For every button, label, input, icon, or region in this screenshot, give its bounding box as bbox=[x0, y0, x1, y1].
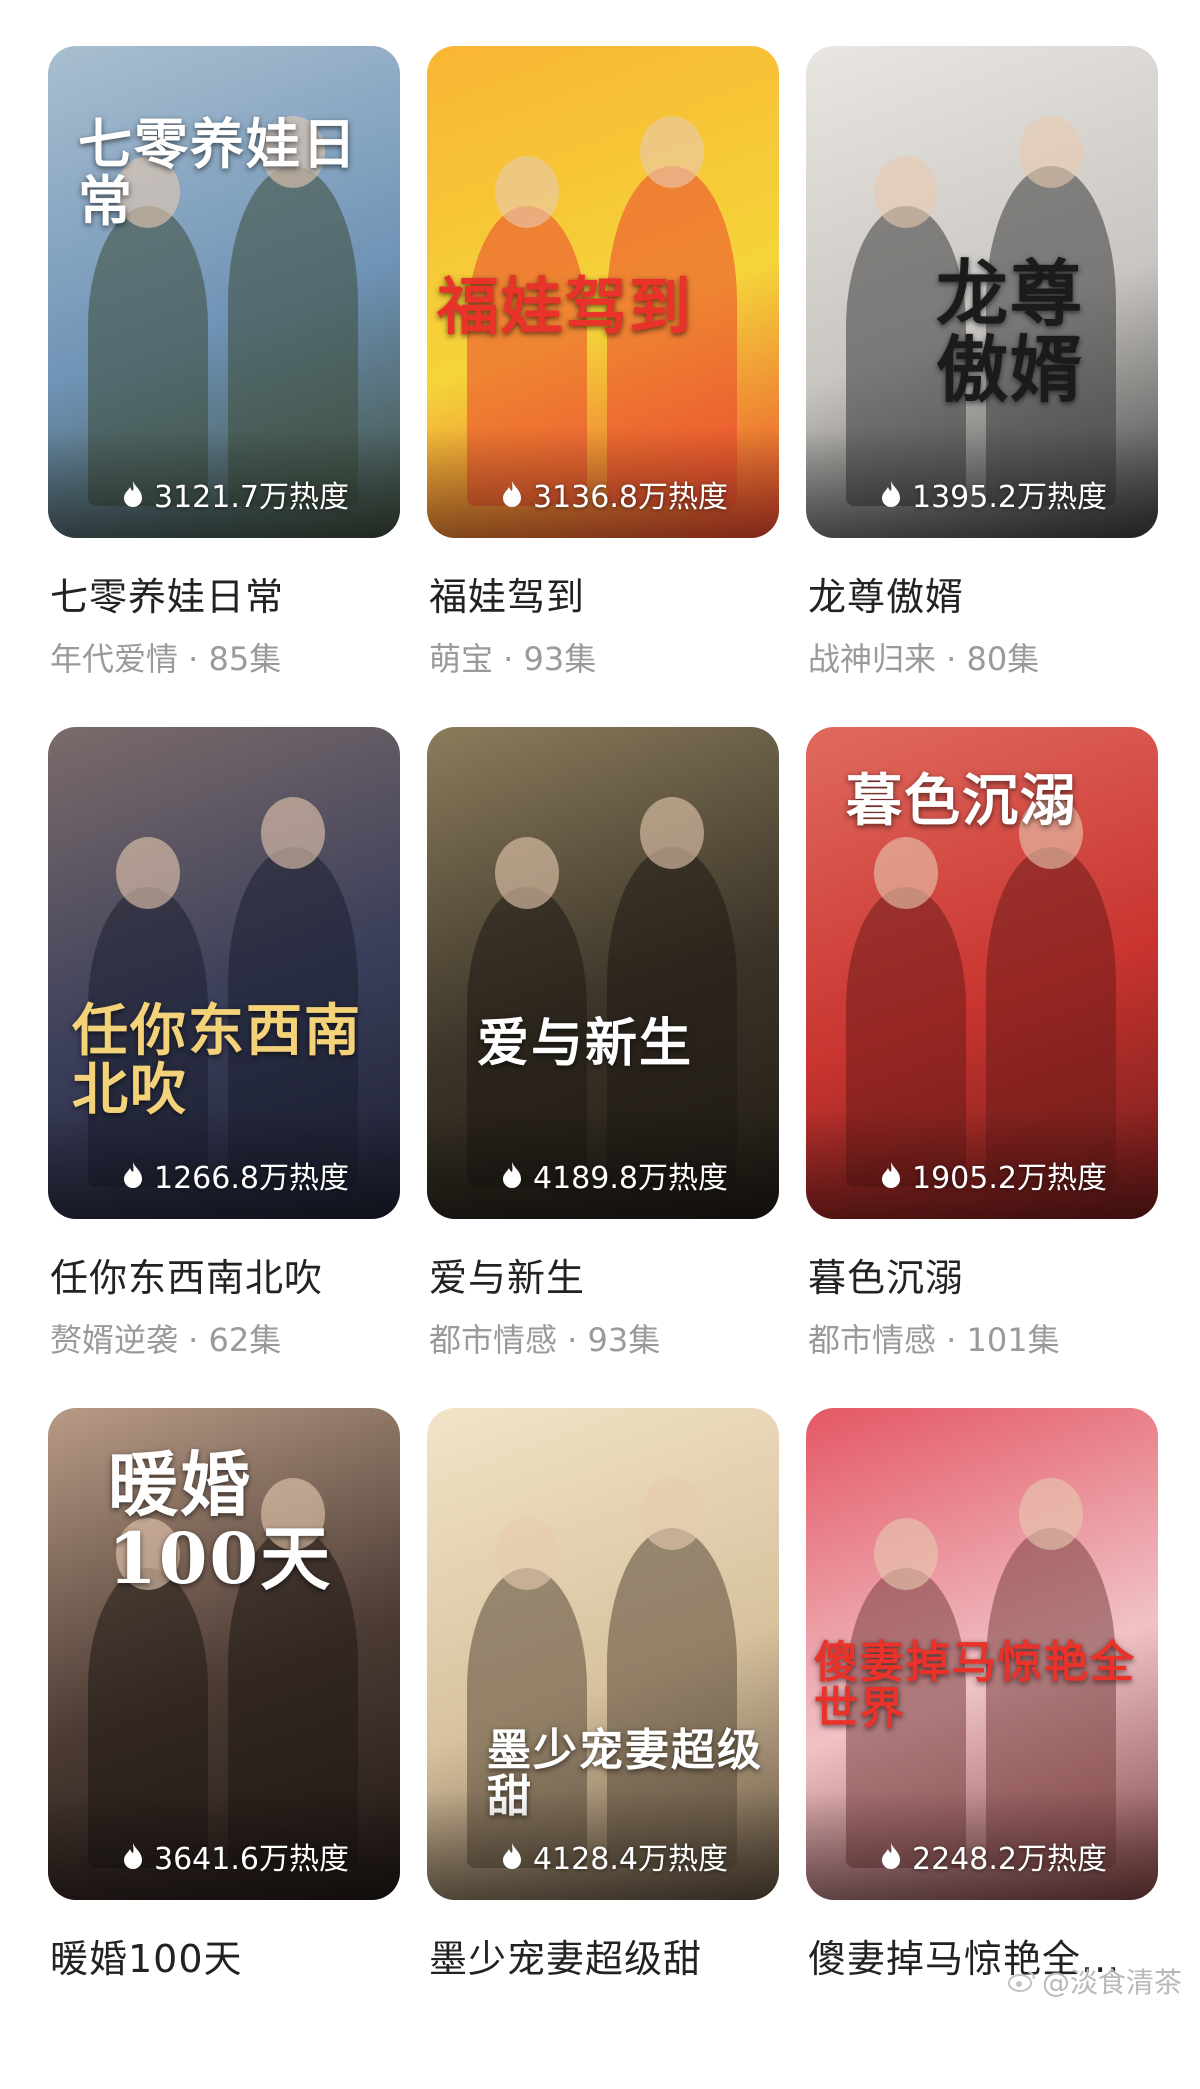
weibo-icon bbox=[1007, 1971, 1035, 1992]
heat-value: 3641.6万热度 bbox=[154, 1842, 349, 1877]
poster-figure-head bbox=[874, 156, 938, 228]
poster-figure-head bbox=[874, 837, 938, 909]
heat-value: 4189.8万热度 bbox=[533, 1161, 728, 1196]
drama-poster[interactable]: 傻妻掉马惊艳全世界 2248.2万热度 bbox=[806, 1408, 1158, 1900]
drama-card[interactable]: 爱与新生 4189.8万热度 爱与新生 都市情感 · 93集 bbox=[427, 727, 779, 1408]
drama-poster[interactable]: 暖婚100天 3641.6万热度 bbox=[48, 1408, 400, 1900]
heat-value: 3136.8万热度 bbox=[533, 480, 728, 515]
flame-icon bbox=[882, 481, 900, 507]
drama-title[interactable]: 爱与新生 bbox=[429, 1247, 779, 1302]
drama-card[interactable]: 龙尊傲婿 1395.2万热度 龙尊傲婿 战神归来 · 80集 bbox=[806, 46, 1158, 727]
watermark-text: @淡食清茶 bbox=[1041, 1966, 1182, 1999]
heat-badge: 3136.8万热度 bbox=[501, 472, 769, 516]
drama-meta: 年代爱情 · 85集 bbox=[50, 640, 282, 678]
heat-badge: 1905.2万热度 bbox=[880, 1153, 1148, 1197]
drama-poster[interactable]: 龙尊傲婿 1395.2万热度 bbox=[806, 46, 1158, 538]
flame-icon bbox=[124, 1843, 142, 1869]
flame-icon bbox=[124, 481, 142, 507]
poster-title-art: 七零养娃日常 bbox=[78, 112, 358, 233]
drama-meta: 战神归来 · 80集 bbox=[808, 640, 1040, 678]
heat-value: 4128.4万热度 bbox=[533, 1842, 728, 1877]
heat-badge: 4189.8万热度 bbox=[501, 1153, 769, 1197]
drama-card[interactable]: 墨少宠妻超级甜4128.4万热度墨少宠妻超级甜 bbox=[427, 1408, 779, 2089]
flame-icon bbox=[882, 1162, 900, 1188]
heat-badge: 1395.2万热度 bbox=[880, 472, 1148, 516]
poster-figure-head bbox=[640, 797, 704, 869]
poster-title-art: 任你东西南北吹 bbox=[72, 998, 362, 1123]
drama-meta: 都市情感 · 93集 bbox=[429, 1321, 661, 1359]
heat-value: 1395.2万热度 bbox=[912, 480, 1107, 515]
heat-badge: 1266.8万热度 bbox=[122, 1153, 390, 1197]
poster-title-art: 福娃驾到 bbox=[437, 270, 694, 343]
drama-poster[interactable]: 墨少宠妻超级甜4128.4万热度 bbox=[427, 1408, 779, 1900]
poster-figure-head bbox=[1019, 116, 1083, 188]
heat-badge: 3121.7万热度 bbox=[122, 472, 390, 516]
flame-icon bbox=[124, 1162, 142, 1188]
drama-meta: 都市情感 · 101集 bbox=[808, 1321, 1060, 1359]
drama-poster[interactable]: 暮色沉溺 1905.2万热度 bbox=[806, 727, 1158, 1219]
poster-title-art: 暖婚100天 bbox=[108, 1443, 333, 1600]
watermark: @淡食清茶 bbox=[1007, 1961, 1182, 2001]
poster-figure-head bbox=[495, 837, 559, 909]
poster-figure-head bbox=[1019, 1478, 1083, 1550]
drama-meta: 赘婿逆袭 · 62集 bbox=[50, 1321, 282, 1359]
poster-figure-head bbox=[261, 797, 325, 869]
heat-value: 1266.8万热度 bbox=[154, 1161, 349, 1196]
poster-figure-head bbox=[640, 116, 704, 188]
drama-title[interactable]: 龙尊傲婿 bbox=[808, 566, 1158, 621]
drama-poster[interactable]: 福娃驾到 3136.8万热度 bbox=[427, 46, 779, 538]
flame-icon bbox=[882, 1843, 900, 1869]
drama-card[interactable]: 七零养娃日常 3121.7万热度 七零养娃日常 年代爱情 · 85集 bbox=[48, 46, 400, 727]
heat-badge: 2248.2万热度 bbox=[880, 1834, 1148, 1878]
poster-title-art: 暮色沉溺 bbox=[846, 768, 1078, 834]
poster-figure-head bbox=[495, 1518, 559, 1590]
poster-figure-head bbox=[640, 1478, 704, 1550]
drama-title[interactable]: 任你东西南北吹 bbox=[50, 1247, 400, 1302]
drama-title[interactable]: 暮色沉溺 bbox=[808, 1247, 1158, 1302]
flame-icon bbox=[503, 1843, 521, 1869]
drama-meta: 萌宝 · 93集 bbox=[429, 640, 597, 678]
poster-figure-head bbox=[116, 837, 180, 909]
drama-title[interactable]: 福娃驾到 bbox=[429, 566, 779, 621]
poster-title-art: 龙尊傲婿 bbox=[936, 251, 1085, 412]
drama-card[interactable]: 福娃驾到 3136.8万热度 福娃驾到 萌宝 · 93集 bbox=[427, 46, 779, 727]
flame-icon bbox=[503, 1162, 521, 1188]
heat-value: 2248.2万热度 bbox=[912, 1842, 1107, 1877]
drama-title[interactable]: 墨少宠妻超级甜 bbox=[429, 1928, 779, 1983]
drama-card[interactable]: 暮色沉溺 1905.2万热度 暮色沉溺 都市情感 · 101集 bbox=[806, 727, 1158, 1408]
drama-poster[interactable]: 七零养娃日常 3121.7万热度 bbox=[48, 46, 400, 538]
heat-value: 3121.7万热度 bbox=[154, 480, 349, 515]
drama-title[interactable]: 七零养娃日常 bbox=[50, 566, 400, 621]
poster-title-art: 爱与新生 bbox=[477, 1013, 694, 1074]
drama-card[interactable]: 暖婚100天 3641.6万热度 暖婚100天 bbox=[48, 1408, 400, 2089]
flame-icon bbox=[503, 481, 521, 507]
drama-card[interactable]: 任你东西南北吹 1266.8万热度 任你东西南北吹 赘婿逆袭 · 62集 bbox=[48, 727, 400, 1408]
poster-figure-head bbox=[874, 1518, 938, 1590]
heat-value: 1905.2万热度 bbox=[912, 1161, 1107, 1196]
drama-title[interactable]: 暖婚100天 bbox=[50, 1928, 400, 1983]
heat-badge: 3641.6万热度 bbox=[122, 1834, 390, 1878]
poster-title-art: 傻妻掉马惊艳全世界 bbox=[814, 1637, 1136, 1735]
drama-grid: 七零养娃日常 3121.7万热度 七零养娃日常 年代爱情 · 85集 福娃驾到 3136.… bbox=[48, 46, 1158, 2089]
poster-figure-head bbox=[495, 156, 559, 228]
heat-badge: 4128.4万热度 bbox=[501, 1834, 769, 1878]
drama-poster[interactable]: 任你东西南北吹 1266.8万热度 bbox=[48, 727, 400, 1219]
drama-poster[interactable]: 爱与新生 4189.8万热度 bbox=[427, 727, 779, 1219]
